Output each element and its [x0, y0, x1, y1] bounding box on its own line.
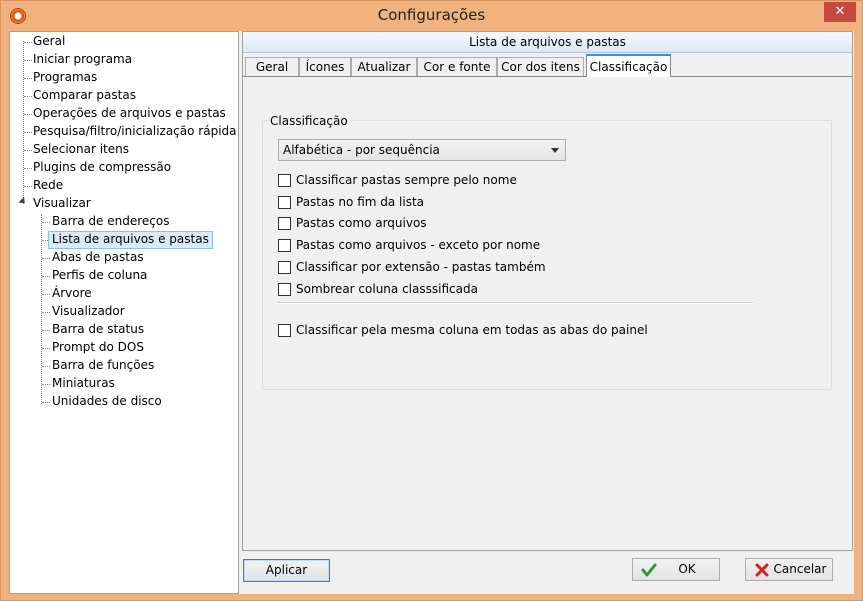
- tab-geral[interactable]: Geral: [245, 57, 299, 77]
- tree-item-pesquisa[interactable]: Pesquisa/filtro/inicialização rápida: [30, 123, 238, 141]
- checkbox-label: Sombrear coluna classsificada: [296, 282, 478, 296]
- tree-item-lista-arquivos[interactable]: Lista de arquivos e pastas: [48, 231, 213, 249]
- tab-icones[interactable]: Ícones: [299, 57, 351, 77]
- checkbox[interactable]: [278, 283, 291, 296]
- panel-header: Lista de arquivos e pastas: [243, 32, 852, 53]
- tree-item-visualizador[interactable]: Visualizador: [49, 303, 128, 321]
- expand-arrow-icon[interactable]: [18, 196, 28, 207]
- settings-window: Configurações ✕ Geral Iniciar programa P…: [0, 0, 863, 601]
- checkbox[interactable]: [278, 261, 291, 274]
- checkbox-label: Classificar pela mesma coluna em todas a…: [296, 323, 648, 337]
- tree-item-rede[interactable]: Rede: [30, 177, 66, 195]
- apply-button[interactable]: Aplicar: [243, 559, 330, 582]
- tab-classificacao[interactable]: Classificação: [586, 54, 671, 77]
- tree-item-visualizar[interactable]: Visualizar: [30, 195, 94, 213]
- checkbox[interactable]: [278, 324, 291, 337]
- tab-cor-fonte[interactable]: Cor e fonte: [417, 57, 497, 77]
- settings-tree[interactable]: Geral Iniciar programa Programas Compara…: [9, 31, 239, 594]
- checkbox[interactable]: [278, 239, 291, 252]
- tab-cor-itens[interactable]: Cor dos itens: [497, 57, 584, 77]
- tree-item-comparar-pastas[interactable]: Comparar pastas: [30, 87, 139, 105]
- tree-item-unidades-disco[interactable]: Unidades de disco: [49, 393, 165, 411]
- checkbox-label: Classificar pastas sempre pelo nome: [296, 173, 517, 187]
- cancel-button[interactable]: Cancelar: [745, 558, 833, 581]
- tree-item-prompt-dos[interactable]: Prompt do DOS: [49, 339, 147, 357]
- client-area: Geral Iniciar programa Programas Compara…: [9, 31, 854, 594]
- group-label: Classificação: [268, 114, 350, 128]
- tree-item-iniciar-programa[interactable]: Iniciar programa: [30, 51, 135, 69]
- tree-item-barra-funcoes[interactable]: Barra de funções: [49, 357, 157, 375]
- window-title: Configurações: [377, 6, 486, 24]
- tree-item-arvore[interactable]: Árvore: [49, 285, 95, 303]
- tree-item-programas[interactable]: Programas: [30, 69, 100, 87]
- tree-item-selecionar-itens[interactable]: Selecionar itens: [30, 141, 132, 159]
- tree-item-operacoes[interactable]: Operações de arquivos e pastas: [30, 105, 229, 123]
- tree-item-barra-enderecos[interactable]: Barra de endereços: [49, 213, 172, 231]
- checkbox-label: Classificar por extensão - pastas também: [296, 260, 546, 274]
- tree-item-plugins[interactable]: Plugins de compressão: [30, 159, 174, 177]
- close-button[interactable]: ✕: [824, 2, 856, 22]
- ok-label: OK: [678, 562, 696, 576]
- checkbox-label: Pastas no fim da lista: [296, 195, 425, 209]
- checkbox[interactable]: [278, 217, 291, 230]
- sort-order-value: Alfabética - por sequência: [283, 143, 440, 157]
- tab-strip: Geral Ícones Atualizar Cor e fonte Cor d…: [243, 54, 852, 77]
- chevron-down-icon: [551, 148, 559, 153]
- tree-item-geral[interactable]: Geral: [30, 33, 68, 51]
- checkbox[interactable]: [278, 174, 291, 187]
- tree-item-abas-pastas[interactable]: Abas de pastas: [49, 249, 147, 267]
- tree-connector: [23, 41, 24, 204]
- ok-button[interactable]: OK: [632, 558, 720, 581]
- checkbox-label: Pastas como arquivos - exceto por nome: [296, 238, 541, 252]
- checkmark-icon: [641, 563, 657, 577]
- tree-item-barra-status[interactable]: Barra de status: [49, 321, 147, 339]
- checkbox[interactable]: [278, 196, 291, 209]
- tab-atualizar[interactable]: Atualizar: [351, 57, 417, 77]
- tree-connector: [41, 214, 42, 404]
- settings-panel: Lista de arquivos e pastas Geral Ícones …: [242, 31, 853, 551]
- separator: [278, 302, 753, 304]
- tree-item-perfis-coluna[interactable]: Perfis de coluna: [49, 267, 150, 285]
- checkbox-label: Pastas como arquivos: [296, 216, 427, 230]
- title-bar[interactable]: Configurações ✕: [1, 1, 862, 31]
- tree-item-miniaturas[interactable]: Miniaturas: [49, 375, 118, 393]
- sort-order-select[interactable]: Alfabética - por sequência: [278, 139, 566, 161]
- cross-icon: [755, 563, 769, 577]
- tab-content: Classificação Alfabética - por sequência…: [243, 76, 852, 550]
- apply-label: Aplicar: [265, 563, 308, 577]
